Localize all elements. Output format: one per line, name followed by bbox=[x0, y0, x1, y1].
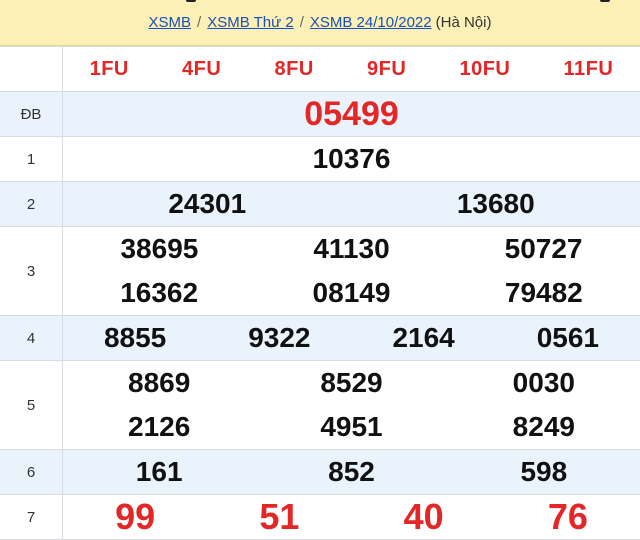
prize-label: 6 bbox=[0, 450, 63, 495]
prize-label: 4 bbox=[0, 316, 63, 361]
prize-label: 3 bbox=[0, 227, 63, 316]
prize-number: 4951 bbox=[320, 411, 382, 443]
prize-label: 7 bbox=[0, 495, 63, 540]
prize-row-6: 6 161 852 598 bbox=[0, 450, 640, 495]
prize-label: 5 bbox=[0, 361, 63, 450]
prize-label: ĐB bbox=[0, 92, 63, 137]
prize-number: 2164 bbox=[392, 322, 454, 354]
code-item: 9FU bbox=[367, 58, 406, 81]
prize-number-red: 40 bbox=[404, 496, 444, 538]
prize-number-red: 76 bbox=[548, 496, 588, 538]
prize-row-special: ĐB 05499 bbox=[0, 92, 640, 137]
prize-label: 2 bbox=[0, 182, 63, 227]
prize-number: 10376 bbox=[313, 143, 391, 175]
header-bar: XSMB / XSMB Thứ 2 / XSMB 24/10/2022(Hà Nội) bbox=[0, 0, 640, 46]
title-fragment bbox=[600, 0, 610, 2]
code-item: 8FU bbox=[275, 58, 314, 81]
prize-number: 13680 bbox=[457, 188, 535, 220]
prize-number-special: 05499 bbox=[304, 95, 399, 134]
prize-number: 0030 bbox=[513, 367, 575, 399]
breadcrumb-location: (Hà Nội) bbox=[436, 14, 492, 31]
codes-row: 1FU 4FU 8FU 9FU 10FU 11FU bbox=[0, 47, 640, 92]
prize-row-2: 2 24301 13680 bbox=[0, 182, 640, 227]
prize-label: 1 bbox=[0, 137, 63, 182]
breadcrumb-xsmb-thu2-link[interactable]: XSMB Thứ 2 bbox=[207, 14, 293, 31]
title-fragment bbox=[186, 0, 196, 2]
prize-number: 8249 bbox=[513, 411, 575, 443]
codes-cell: 1FU 4FU 8FU 9FU 10FU 11FU bbox=[63, 47, 640, 92]
breadcrumb-xsmb-link[interactable]: XSMB bbox=[149, 14, 192, 31]
code-item: 10FU bbox=[459, 58, 510, 81]
prize-number: 2126 bbox=[128, 411, 190, 443]
code-item: 11FU bbox=[564, 58, 614, 81]
prize-number: 41130 bbox=[313, 233, 389, 265]
prize-number: 79482 bbox=[505, 277, 583, 309]
codes-label-cell bbox=[0, 47, 63, 92]
prize-number: 16362 bbox=[120, 277, 198, 309]
prize-number: 9322 bbox=[248, 322, 310, 354]
results-table: 1FU 4FU 8FU 9FU 10FU 11FU ĐB 05499 1 103… bbox=[0, 46, 640, 540]
prize-number-red: 99 bbox=[115, 496, 155, 538]
code-item: 1FU bbox=[90, 58, 129, 81]
prize-number: 852 bbox=[328, 456, 375, 488]
prize-row-5: 5 8869 8529 0030 2126 4951 8249 bbox=[0, 361, 640, 450]
prize-number: 598 bbox=[520, 456, 567, 488]
prize-number: 50727 bbox=[505, 233, 583, 265]
code-item: 4FU bbox=[182, 58, 221, 81]
prize-number: 08149 bbox=[313, 277, 391, 309]
prize-row-1: 1 10376 bbox=[0, 137, 640, 182]
prize-number: 161 bbox=[136, 456, 183, 488]
prize-row-3: 3 38695 41130 50727 16362 08149 79482 bbox=[0, 227, 640, 316]
prize-row-4: 4 8855 9322 2164 0561 bbox=[0, 316, 640, 361]
breadcrumb-separator: / bbox=[197, 14, 201, 31]
prize-number: 8855 bbox=[104, 322, 166, 354]
prize-number: 38695 bbox=[120, 233, 198, 265]
prize-row-7: 7 99 51 40 76 bbox=[0, 495, 640, 540]
breadcrumb-separator: / bbox=[300, 14, 304, 31]
breadcrumb: XSMB / XSMB Thứ 2 / XSMB 24/10/2022(Hà Nội) bbox=[0, 14, 640, 31]
prize-number: 8869 bbox=[128, 367, 190, 399]
prize-number: 24301 bbox=[168, 188, 246, 220]
prize-number: 8529 bbox=[320, 367, 382, 399]
prize-number: 0561 bbox=[537, 322, 599, 354]
prize-number-red: 51 bbox=[259, 496, 299, 538]
breadcrumb-xsmb-date-link[interactable]: XSMB 24/10/2022 bbox=[310, 14, 432, 31]
